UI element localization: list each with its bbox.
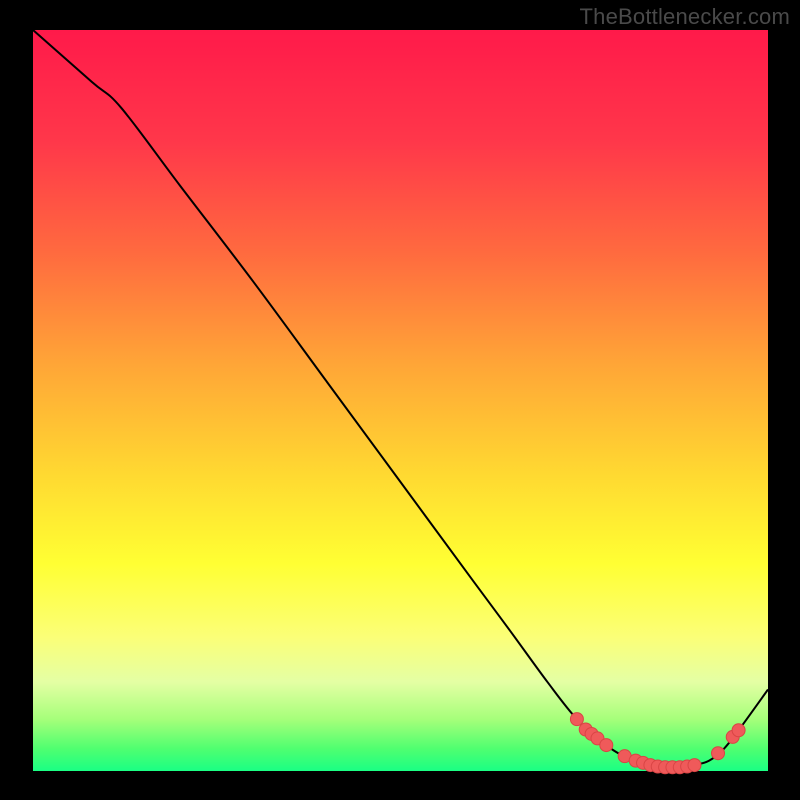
bottleneck-chart — [0, 0, 800, 800]
data-marker — [688, 759, 701, 772]
plot-background — [33, 30, 768, 771]
data-marker — [712, 747, 725, 760]
data-marker — [570, 713, 583, 726]
data-marker — [600, 739, 613, 752]
watermark-text: TheBottlenecker.com — [580, 4, 790, 30]
data-marker — [732, 724, 745, 737]
chart-frame: TheBottlenecker.com — [0, 0, 800, 800]
